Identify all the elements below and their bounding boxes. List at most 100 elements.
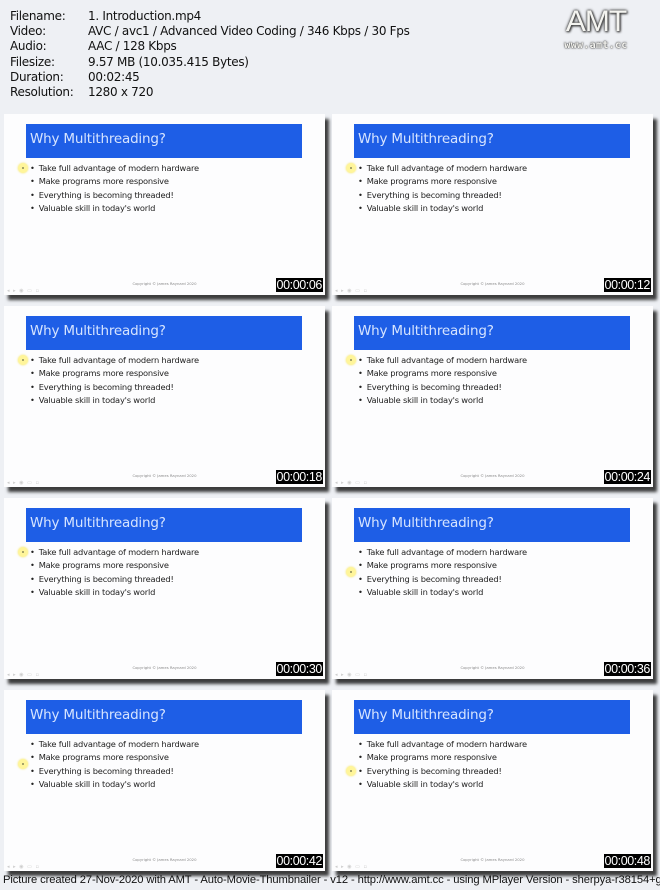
thumbnail-timestamp: 00:00:12 [603, 278, 651, 292]
info-key: Audio: [10, 39, 47, 54]
info-key: Filename: [10, 9, 66, 23]
slide-bullet: Take full advantage of modern hardware [30, 162, 199, 175]
slide-title: Why Multithreading? [30, 515, 166, 531]
slide-nav-controls-icon: ◂ ▸ ◉ ▭ ▫ [335, 864, 368, 870]
thumbnail-timestamp: 00:00:18 [275, 470, 323, 484]
slide-bullet: Everything is becoming threaded! [30, 189, 199, 202]
slide-bullet: Take full advantage of modern hardware [30, 738, 199, 751]
thumbnail-timestamp: 00:00:36 [603, 662, 651, 676]
slide-title: Why Multithreading? [30, 707, 166, 723]
thumbnail-timestamp: 00:00:42 [275, 854, 323, 868]
info-value: 1. Introduction.mp4 [88, 9, 201, 23]
slide-bullet: Everything is becoming threaded! [358, 573, 527, 586]
slide-bullet-list: Take full advantage of modern hardwareMa… [358, 354, 527, 408]
slide-nav-controls-icon: ◂ ▸ ◉ ▭ ▫ [7, 480, 40, 486]
info-key: Duration: [10, 69, 64, 84]
slide-nav-controls-icon: ◂ ▸ ◉ ▭ ▫ [335, 480, 368, 486]
video-thumbnail[interactable]: Why Multithreading? Take full advantage o… [4, 690, 325, 871]
slide-bullet-list: Take full advantage of modern hardwareMa… [358, 738, 527, 792]
slide-bullet: Take full advantage of modern hardware [358, 354, 527, 367]
slide-bullet: Make programs more responsive [30, 367, 199, 380]
footer-credit: Picture created 27-Nov-2020 with AMT - A… [3, 874, 660, 886]
video-thumbnail[interactable]: Why Multithreading? Take full advantage o… [332, 498, 653, 679]
slide-bullet: Valuable skill in today's world [30, 778, 199, 791]
slide-bullet: Make programs more responsive [358, 367, 527, 380]
info-value: 1280 x 720 [88, 85, 154, 100]
slide-title-bar: Why Multithreading? [26, 700, 302, 734]
info-row-duration: Duration: 00:02:45 [10, 70, 410, 85]
video-thumbnail[interactable]: Why Multithreading? Take full advantage o… [332, 114, 653, 295]
slide-bullet: Everything is becoming threaded! [358, 765, 527, 778]
slide-title: Why Multithreading? [358, 131, 494, 147]
slide-bullet: Make programs more responsive [358, 559, 527, 572]
slide-title-bar: Why Multithreading? [354, 508, 630, 542]
slide-title-bar: Why Multithreading? [354, 124, 630, 158]
slide-bullet: Valuable skill in today's world [358, 202, 527, 215]
slide-bullet: Everything is becoming threaded! [30, 765, 199, 778]
mouse-cursor-highlight-icon [346, 567, 356, 578]
file-info: Filename: 1. Introduction.mp4 Video: AVC /… [10, 9, 410, 100]
slide-bullet: Take full advantage of modern hardware [358, 546, 527, 559]
mouse-cursor-highlight-icon [18, 355, 28, 365]
slide-nav-controls-icon: ◂ ▸ ◉ ▭ ▫ [7, 864, 40, 870]
slide-bullet: Everything is becoming threaded! [358, 189, 527, 202]
thumbnail-timestamp: 00:00:48 [603, 854, 651, 868]
video-thumbnail[interactable]: Why Multithreading? Take full advantage o… [4, 306, 325, 487]
slide-bullet-list: Take full advantage of modern hardwareMa… [30, 162, 199, 216]
slide-title: Why Multithreading? [30, 323, 166, 339]
slide-title-bar: Why Multithreading? [26, 508, 302, 542]
slide-nav-controls-icon: ◂ ▸ ◉ ▭ ▫ [7, 288, 40, 294]
slide-bullet: Make programs more responsive [30, 175, 199, 188]
mouse-cursor-highlight-icon [18, 163, 28, 173]
slide-bullet-list: Take full advantage of modern hardwareMa… [358, 546, 527, 600]
info-row-filesize: Filesize: 9.57 MB (10.035.415 Bytes) [10, 55, 410, 70]
slide-nav-controls-icon: ◂ ▸ ◉ ▭ ▫ [335, 288, 368, 294]
slide-bullet: Valuable skill in today's world [358, 778, 527, 791]
slide-bullet: Everything is becoming threaded! [358, 381, 527, 394]
slide-bullet: Valuable skill in today's world [30, 394, 199, 407]
info-value: AAC / 128 Kbps [88, 39, 177, 54]
thumbnail-timestamp: 00:00:30 [275, 662, 323, 676]
slide-bullet: Make programs more responsive [358, 751, 527, 764]
video-thumbnail[interactable]: Why Multithreading? Take full advantage o… [4, 498, 325, 679]
mouse-cursor-highlight-icon [346, 765, 356, 776]
info-key: Filesize: [10, 54, 55, 69]
mouse-cursor-highlight-icon [346, 355, 356, 365]
thumbnail-timestamp: 00:00:06 [275, 278, 323, 292]
slide-bullet: Take full advantage of modern hardware [358, 162, 527, 175]
logo-url: www.amt.cc [564, 40, 628, 51]
info-row-audio: Audio: AAC / 128 Kbps [10, 39, 410, 54]
slide-bullet: Take full advantage of modern hardware [30, 546, 199, 559]
info-row-filename: Filename: 1. Introduction.mp4 [10, 9, 410, 24]
info-key: Video: [10, 24, 46, 39]
info-value: AVC / avc1 / Advanced Video Coding / 346… [88, 24, 410, 39]
info-row-resolution: Resolution: 1280 x 720 [10, 85, 410, 100]
amt-logo: AMT www.amt.cc [546, 5, 646, 52]
slide-bullet-list: Take full advantage of modern hardwareMa… [30, 738, 199, 792]
slide-bullet: Valuable skill in today's world [30, 586, 199, 599]
slide-title-bar: Why Multithreading? [354, 700, 630, 734]
slide-bullet: Make programs more responsive [30, 751, 199, 764]
slide-title-bar: Why Multithreading? [354, 316, 630, 350]
mouse-cursor-highlight-icon [18, 759, 28, 770]
slide-bullet: Everything is becoming threaded! [30, 573, 199, 586]
slide-bullet-list: Take full advantage of modern hardwareMa… [30, 546, 199, 600]
logo-title: AMT [565, 5, 627, 38]
slide-title: Why Multithreading? [30, 131, 166, 147]
slide-nav-controls-icon: ◂ ▸ ◉ ▭ ▫ [335, 672, 368, 678]
slide-nav-controls-icon: ◂ ▸ ◉ ▭ ▫ [7, 672, 40, 678]
slide-bullet-list: Take full advantage of modern hardwareMa… [358, 162, 527, 216]
info-value: 00:02:45 [88, 69, 140, 84]
slide-bullet: Everything is becoming threaded! [30, 381, 199, 394]
slide-bullet: Make programs more responsive [358, 175, 527, 188]
slide-bullet: Take full advantage of modern hardware [358, 738, 527, 751]
slide-bullet: Valuable skill in today's world [30, 202, 199, 215]
slide-bullet: Valuable skill in today's world [358, 586, 527, 599]
slide-bullet-list: Take full advantage of modern hardwareMa… [30, 354, 199, 408]
slide-title-bar: Why Multithreading? [26, 316, 302, 350]
video-thumbnail[interactable]: Why Multithreading? Take full advantage o… [332, 306, 653, 487]
video-thumbnail[interactable]: Why Multithreading? Take full advantage o… [4, 114, 325, 295]
video-thumbnail[interactable]: Why Multithreading? Take full advantage o… [332, 690, 653, 871]
slide-title-bar: Why Multithreading? [26, 124, 302, 158]
slide-bullet: Valuable skill in today's world [358, 394, 527, 407]
